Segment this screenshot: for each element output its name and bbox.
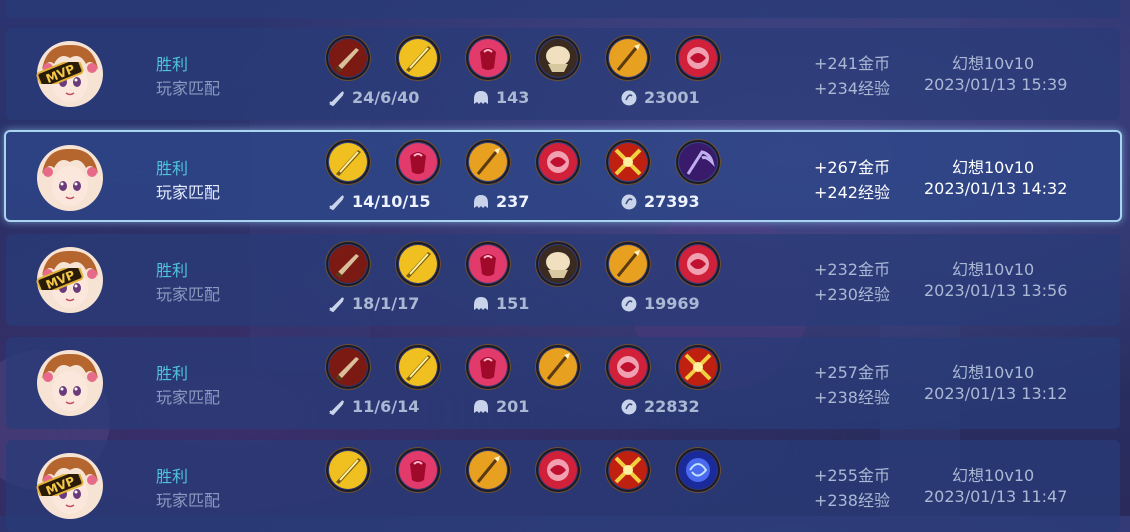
exp-reward: +230经验 [814, 285, 890, 304]
minion-icon [472, 295, 490, 313]
gold-reward: +257金币 [814, 363, 890, 382]
mvp-badge-icon: MVP [34, 469, 86, 501]
spear-item[interactable] [468, 142, 508, 182]
match-result: 胜利 [156, 467, 189, 486]
red-orb-item[interactable] [538, 450, 578, 490]
red-crystal-item[interactable] [468, 38, 508, 78]
red-orb-item[interactable] [608, 347, 648, 387]
minion-icon [472, 193, 490, 211]
golden-sword-item[interactable] [328, 142, 368, 182]
match-row[interactable]: 胜利 玩家匹配 14/10/15 237 27393 +267金币 +242经验… [4, 130, 1122, 222]
match-result: 胜利 [156, 55, 189, 74]
minion-stat: 237 [472, 192, 529, 211]
mvp-badge-icon: MVP [34, 263, 86, 295]
kda-stat: 11/6/14 [328, 397, 419, 416]
kda-stat: 24/6/40 [328, 88, 419, 107]
gold-reward: +267金币 [814, 158, 890, 177]
blue-orb-item[interactable] [678, 450, 718, 490]
dagger-item[interactable] [328, 244, 368, 284]
game-mode-name: 幻想10v10 [952, 260, 1035, 279]
red-crystal-item[interactable] [398, 450, 438, 490]
exp-reward: +242经验 [814, 183, 890, 202]
golden-sword-item[interactable] [328, 450, 368, 490]
match-result: 胜利 [156, 364, 189, 383]
kda-stat: 18/1/17 [328, 294, 419, 313]
dagger-item[interactable] [328, 347, 368, 387]
game-mode-name: 幻想10v10 [952, 363, 1035, 382]
game-time: 2023/01/13 11:47 [924, 487, 1068, 506]
coin-icon [620, 193, 638, 211]
sword-icon [328, 89, 346, 107]
coin-icon [620, 398, 638, 416]
minion-stat: 151 [472, 294, 529, 313]
sword-icon [328, 295, 346, 313]
avatar [36, 144, 104, 212]
svg-text:MVP: MVP [44, 474, 77, 496]
game-time: 2023/01/13 13:56 [924, 281, 1068, 300]
golden-sword-item[interactable] [398, 244, 438, 284]
exp-reward: +234经验 [814, 79, 890, 98]
game-time: 2023/01/13 13:12 [924, 384, 1068, 403]
cross-blade-item[interactable] [608, 142, 648, 182]
gold-stat: 22832 [620, 397, 700, 416]
red-orb-item[interactable] [678, 244, 718, 284]
red-crystal-item[interactable] [468, 347, 508, 387]
cross-blade-item[interactable] [678, 347, 718, 387]
dagger-item[interactable] [328, 38, 368, 78]
gold-stat: 19969 [620, 294, 700, 313]
gold-reward: +232金币 [814, 260, 890, 279]
sword-icon [328, 398, 346, 416]
cross-blade-item[interactable] [608, 450, 648, 490]
game-time: 2023/01/13 15:39 [924, 75, 1068, 94]
kda-stat: 14/10/15 [328, 192, 430, 211]
match-mode: 玩家匹配 [156, 491, 221, 510]
minion-icon [472, 398, 490, 416]
minion-icon [472, 89, 490, 107]
svg-text:MVP: MVP [44, 268, 77, 290]
red-crystal-item[interactable] [468, 244, 508, 284]
game-mode-name: 幻想10v10 [952, 466, 1035, 485]
gold-stat: 23001 [620, 88, 700, 107]
spear-item[interactable] [608, 244, 648, 284]
gold-stat: 27393 [620, 192, 700, 211]
previous-row-partial [6, 0, 1120, 18]
match-row[interactable]: MVP 胜利 玩家匹配 18/1/17 151 19969 +232金币 +23… [6, 234, 1120, 326]
game-mode-name: 幻想10v10 [952, 158, 1035, 177]
sword-icon [328, 193, 346, 211]
match-history-list: MVP 胜利 玩家匹配 24/6/40 143 23001 +241金币 +23… [0, 0, 1130, 532]
svg-text:MVP: MVP [44, 62, 77, 84]
coin-icon [620, 89, 638, 107]
match-mode: 玩家匹配 [156, 183, 221, 202]
game-time: 2023/01/13 14:32 [924, 179, 1068, 198]
match-mode: 玩家匹配 [156, 79, 221, 98]
minion-stat: 201 [472, 397, 529, 416]
gold-reward: +255金币 [814, 466, 890, 485]
red-crystal-item[interactable] [398, 142, 438, 182]
match-row[interactable]: 胜利 玩家匹配 11/6/14 201 22832 +257金币 +238经验 … [6, 337, 1120, 429]
coin-icon [620, 295, 638, 313]
golden-sword-item[interactable] [398, 38, 438, 78]
game-mode-name: 幻想10v10 [952, 54, 1035, 73]
spear-item[interactable] [468, 450, 508, 490]
exp-reward: +238经验 [814, 491, 890, 510]
gold-reward: +241金币 [814, 54, 890, 73]
avatar [36, 349, 104, 417]
match-result: 胜利 [156, 159, 189, 178]
exp-reward: +238经验 [814, 388, 890, 407]
spear-item[interactable] [538, 347, 578, 387]
match-mode: 玩家匹配 [156, 285, 221, 304]
red-orb-item[interactable] [538, 142, 578, 182]
match-row[interactable]: MVP 胜利 玩家匹配 +255金币 +238经验 幻想10v10 2023/0… [6, 440, 1120, 532]
mvp-badge-icon: MVP [34, 57, 86, 89]
scythe-item[interactable] [678, 142, 718, 182]
golden-sword-item[interactable] [398, 347, 438, 387]
minion-stat: 143 [472, 88, 529, 107]
match-result: 胜利 [156, 261, 189, 280]
fist-item[interactable] [538, 38, 578, 78]
red-orb-item[interactable] [678, 38, 718, 78]
match-mode: 玩家匹配 [156, 388, 221, 407]
match-row[interactable]: MVP 胜利 玩家匹配 24/6/40 143 23001 +241金币 +23… [6, 28, 1120, 120]
spear-item[interactable] [608, 38, 648, 78]
fist-item[interactable] [538, 244, 578, 284]
